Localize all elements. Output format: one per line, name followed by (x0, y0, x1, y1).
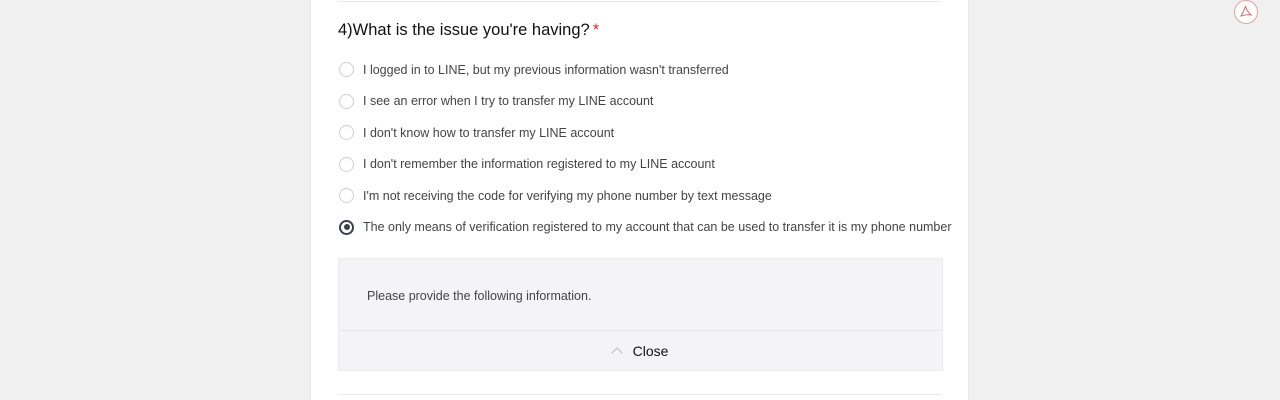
radio-option-5[interactable]: I'm not receiving the code for verifying… (338, 180, 952, 212)
radio-option-4[interactable]: I don't remember the information registe… (338, 149, 952, 181)
radio-button[interactable] (339, 62, 354, 78)
radio-button[interactable] (339, 156, 354, 172)
radio-option-6[interactable]: The only means of verification registere… (338, 212, 952, 244)
option-label[interactable]: I see an error when I try to transfer my… (363, 94, 653, 108)
option-label[interactable]: I don't remember the information registe… (363, 157, 715, 171)
option-label[interactable]: The only means of verification registere… (363, 220, 952, 234)
radio-option-2[interactable]: I see an error when I try to transfer my… (338, 86, 952, 118)
option-list: I logged in to LINE, but my previous inf… (338, 54, 952, 243)
close-button[interactable]: Close (339, 331, 942, 371)
pdf-button[interactable] (1234, 0, 1258, 24)
chevron-up-icon (610, 347, 623, 359)
radio-button[interactable] (339, 188, 354, 204)
close-label[interactable]: Close (633, 343, 669, 359)
required-star: * (592, 21, 600, 39)
question-title: 4)What is the issue you're having? * (338, 21, 599, 40)
bottom-divider (338, 394, 941, 395)
pdf-icon (1239, 4, 1253, 17)
info-text: Please provide the following information… (367, 289, 592, 303)
option-label[interactable]: I'm not receiving the code for verifying… (363, 189, 772, 203)
radio-option-3[interactable]: I don't know how to transfer my LINE acc… (338, 117, 952, 149)
top-divider (338, 1, 941, 2)
option-label[interactable]: I don't know how to transfer my LINE acc… (363, 126, 614, 140)
info-panel: Please provide the following information… (338, 258, 943, 371)
form-card: 4)What is the issue you're having? * I lo… (310, 0, 969, 400)
radio-button[interactable] (339, 125, 354, 141)
option-label[interactable]: I logged in to LINE, but my previous inf… (363, 63, 729, 77)
radio-option-1[interactable]: I logged in to LINE, but my previous inf… (338, 54, 952, 86)
radio-button-selected[interactable] (339, 219, 354, 235)
question-title-text: 4)What is the issue you're having? (338, 21, 590, 39)
radio-button[interactable] (339, 93, 354, 109)
